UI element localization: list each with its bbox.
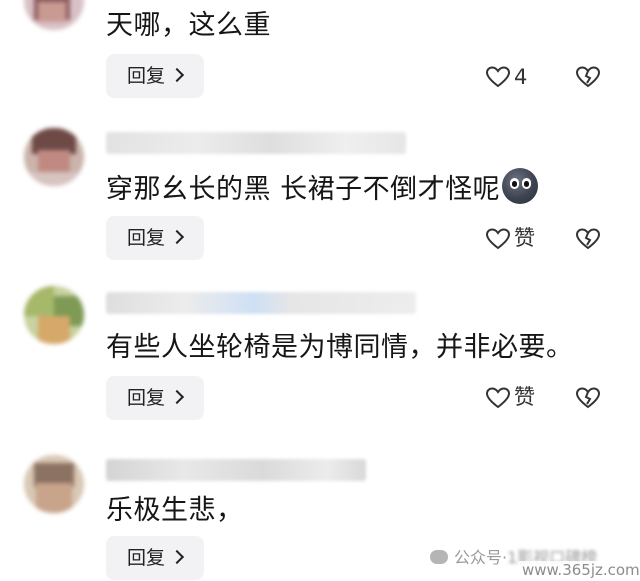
reply-button[interactable]: 回复: [106, 54, 204, 98]
wechat-icon: [430, 550, 448, 564]
avatar[interactable]: [24, 128, 84, 186]
reply-label: 回复: [127, 387, 166, 409]
avatar[interactable]: [24, 286, 84, 344]
username-blurred: [106, 132, 406, 154]
site-watermark: www.365jz.com: [518, 561, 640, 579]
chevron-right-icon: [169, 229, 185, 245]
broken-heart-icon[interactable]: [575, 385, 601, 411]
reply-label: 回复: [127, 227, 166, 249]
watermark-prefix: 公众号·: [454, 548, 508, 567]
comment-text-content: 穿那幺长的黑 长裙子不倒才怪呢: [106, 174, 501, 205]
heart-outline-icon[interactable]: [485, 385, 511, 411]
chevron-right-icon: [169, 549, 185, 565]
heart-outline-icon[interactable]: [485, 226, 511, 252]
broken-heart-icon[interactable]: [575, 64, 601, 90]
like-label: 赞: [514, 226, 535, 250]
comment-item: 有些人坐轮椅是为博同情，并非必要。 回复 赞: [0, 270, 640, 435]
comment-text: 天哪，这么重: [106, 10, 271, 41]
dark-face-emoji-icon: [502, 168, 539, 204]
like-label: 赞: [514, 385, 535, 409]
comment-item: 天哪，这么重 回复 4: [0, 0, 640, 110]
username-blurred: [106, 292, 416, 314]
reply-label: 回复: [127, 65, 166, 87]
comment-text: 穿那幺长的黑 长裙子不倒才怪呢: [106, 168, 539, 208]
reply-button[interactable]: 回复: [106, 536, 204, 580]
chevron-right-icon: [169, 67, 185, 83]
heart-outline-icon[interactable]: [485, 64, 511, 90]
comment-text: 乐极生悲，: [106, 495, 244, 526]
broken-heart-icon[interactable]: [575, 226, 601, 252]
comment-list-page: 天哪，这么重 回复 4 穿那幺长的黑 长裙子不倒才怪呢 回复 赞 有些人坐轮椅是…: [0, 0, 640, 581]
avatar[interactable]: [24, 455, 84, 513]
comment-item: 穿那幺长的黑 长裙子不倒才怪呢 回复 赞: [0, 110, 640, 270]
reply-label: 回复: [127, 547, 166, 569]
like-count: 4: [514, 65, 528, 89]
reply-button[interactable]: 回复: [106, 376, 204, 420]
avatar[interactable]: [24, 0, 84, 30]
username-blurred: [106, 459, 366, 481]
chevron-right-icon: [169, 389, 185, 405]
reply-button[interactable]: 回复: [106, 216, 204, 260]
comment-text: 有些人坐轮椅是为博同情，并非必要。: [106, 332, 574, 363]
